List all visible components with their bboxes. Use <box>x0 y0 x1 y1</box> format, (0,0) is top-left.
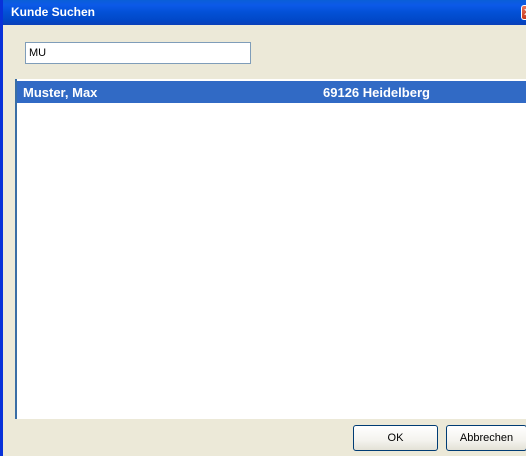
window-title: Kunde Suchen <box>11 5 96 19</box>
ok-button[interactable]: OK <box>353 425 438 451</box>
customer-search-dialog: Kunde Suchen ✕ Muster, Max 69126 Heidelb… <box>0 0 526 456</box>
list-item[interactable]: Muster, Max 69126 Heidelberg <box>17 81 526 103</box>
customer-city: 69126 Heidelberg <box>323 85 430 100</box>
search-input[interactable] <box>25 42 251 64</box>
customer-name: Muster, Max <box>23 85 98 100</box>
results-list[interactable]: Muster, Max 69126 Heidelberg <box>15 79 526 419</box>
close-button[interactable]: ✕ <box>521 5 526 20</box>
cancel-button[interactable]: Abbrechen <box>446 425 526 451</box>
title-bar[interactable]: Kunde Suchen ✕ <box>3 0 526 25</box>
